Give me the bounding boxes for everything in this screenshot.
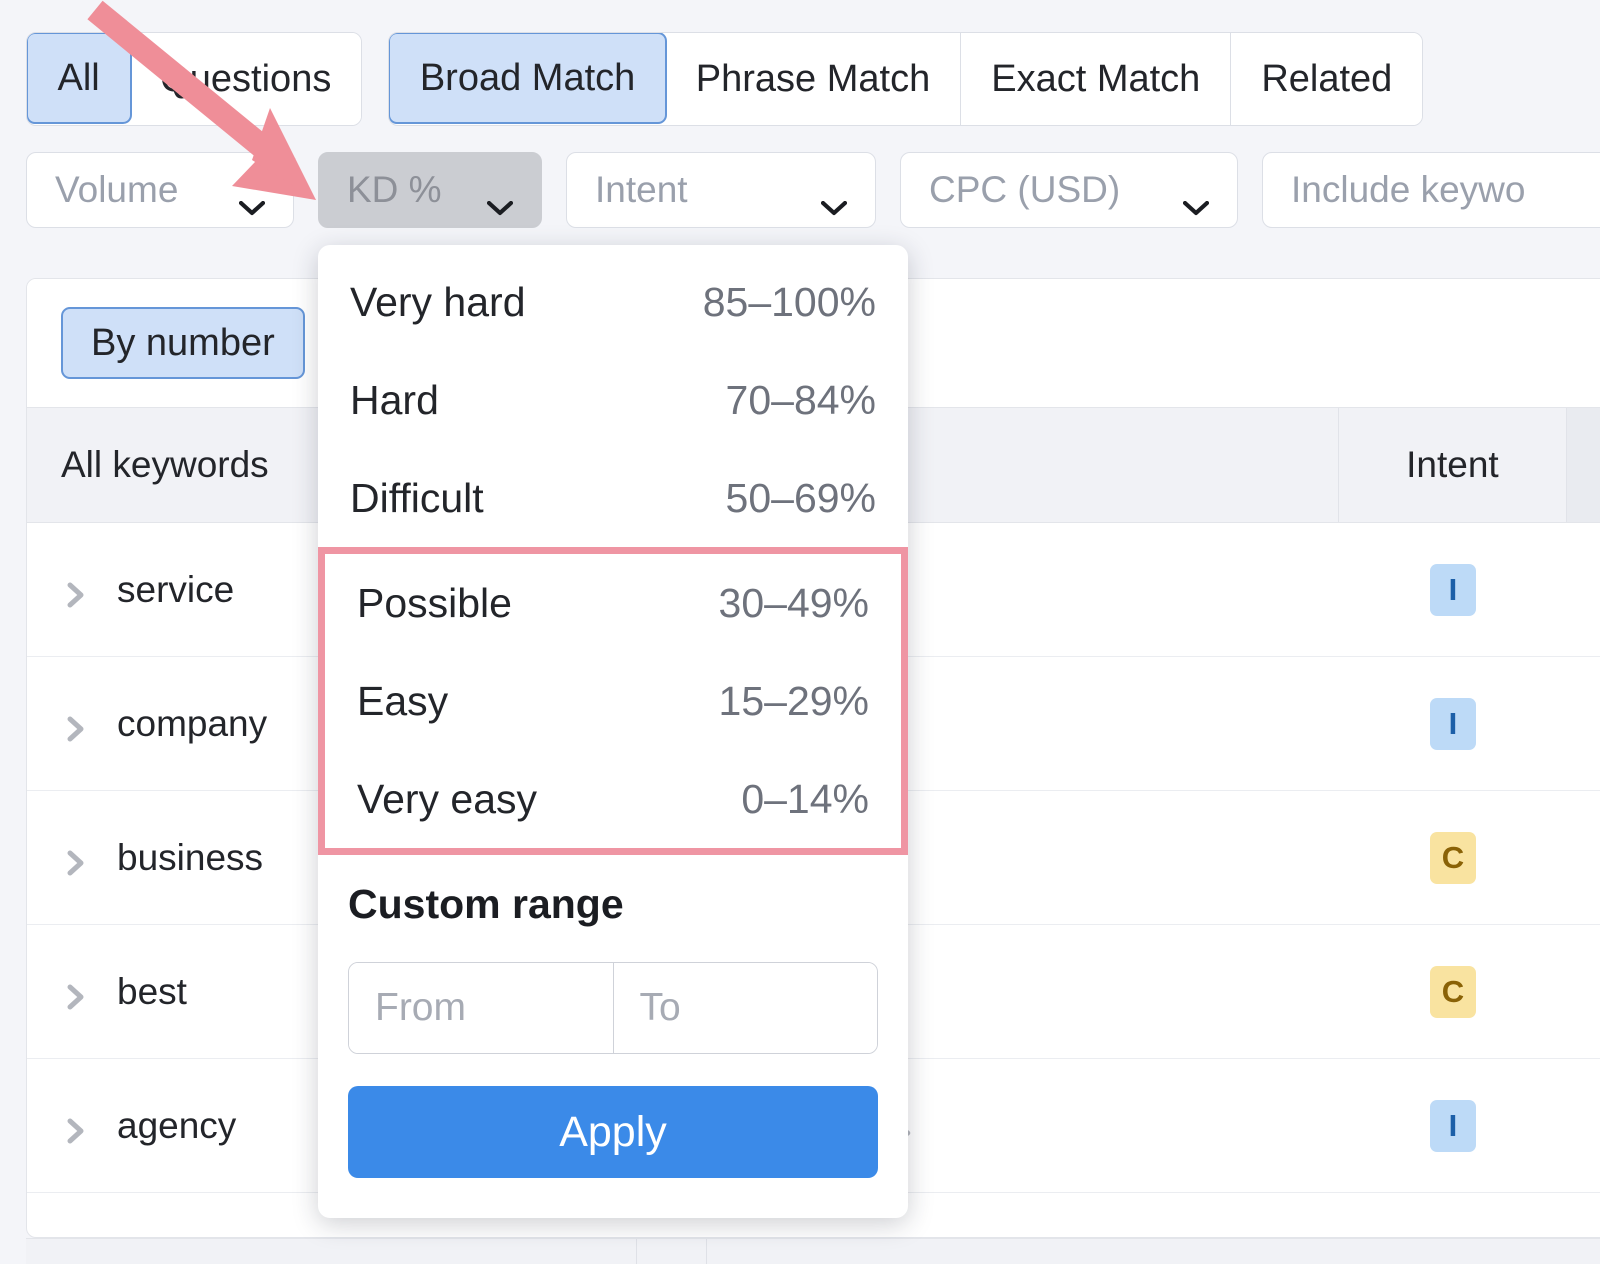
kd-option-possible[interactable]: Possible 30–49% xyxy=(325,554,901,652)
tab-all[interactable]: All xyxy=(27,33,132,124)
tab-questions-label: Questions xyxy=(160,58,332,100)
custom-range-inputs xyxy=(348,962,878,1054)
row-spacer xyxy=(1567,523,1600,656)
intent-cell: I xyxy=(1339,523,1567,656)
tab-questions[interactable]: Questions xyxy=(130,33,362,125)
group-cell[interactable]: company xyxy=(27,657,351,790)
range-from-input[interactable] xyxy=(349,963,613,1053)
status-badge[interactable]: I xyxy=(1429,1099,1476,1152)
custom-range-title: Custom range xyxy=(348,881,624,927)
by-number-toggle[interactable]: By number xyxy=(61,307,305,379)
tab-all-label: All xyxy=(57,56,100,99)
status-badge[interactable]: C xyxy=(1429,831,1476,884)
kd-options-highlight-box: Possible 30–49% Easy 15–29% Very easy 0–… xyxy=(318,547,908,855)
tab-exact-match[interactable]: Exact Match xyxy=(961,33,1232,125)
intent-cell: C xyxy=(1339,791,1567,924)
kd-option-label: Very easy xyxy=(357,775,538,822)
status-badge[interactable]: I xyxy=(1429,563,1476,616)
row-spacer xyxy=(1567,925,1600,1058)
chevron-right-icon[interactable] xyxy=(61,576,89,607)
row-spacer xyxy=(1567,657,1600,790)
kd-option-range: 70–84% xyxy=(725,376,876,423)
kd-option-label: Possible xyxy=(357,579,512,626)
column-header-intent[interactable]: Intent xyxy=(1339,408,1567,522)
kd-options-list: Very hard 85–100% Hard 70–84% Difficult … xyxy=(318,245,908,855)
filter-include-keywords-label: Include keywo xyxy=(1291,169,1526,210)
tab-broad-match-label: Broad Match xyxy=(419,56,636,99)
group-cell[interactable]: agency xyxy=(27,1059,351,1192)
by-number-label: By number xyxy=(91,321,275,364)
group-label: agency xyxy=(117,1104,237,1146)
filter-volume[interactable]: Volume xyxy=(26,152,294,228)
kd-option-label: Difficult xyxy=(350,474,484,521)
chevron-down-icon xyxy=(238,183,266,215)
match-type-tabgroup: Broad Match Phrase Match Exact Match Rel… xyxy=(388,32,1424,126)
filter-intent-label: Intent xyxy=(595,169,688,210)
filter-intent[interactable]: Intent xyxy=(566,152,876,228)
column-header-all-keywords[interactable]: All keywords xyxy=(27,408,351,522)
status-badge[interactable]: C xyxy=(1429,965,1476,1018)
kd-option-range: 85–100% xyxy=(702,278,876,325)
chevron-right-icon[interactable] xyxy=(61,710,89,741)
group-label: service xyxy=(117,568,235,610)
range-to-input[interactable] xyxy=(612,963,877,1053)
row-spacer xyxy=(1567,1059,1600,1192)
tab-exact-match-label: Exact Match xyxy=(991,58,1201,100)
scrollbar-divider xyxy=(706,1239,707,1264)
kd-option-easy[interactable]: Easy 15–29% xyxy=(325,652,901,750)
kd-option-very-hard[interactable]: Very hard 85–100% xyxy=(318,253,908,351)
kd-option-very-easy[interactable]: Very easy 0–14% xyxy=(325,750,901,848)
kd-option-label: Very hard xyxy=(350,278,526,325)
kd-option-label: Easy xyxy=(357,677,449,724)
tab-phrase-match[interactable]: Phrase Match xyxy=(665,33,962,125)
intent-cell: I xyxy=(1339,1059,1567,1192)
column-header-all-keywords-label: All keywords xyxy=(61,444,269,485)
custom-range-section: Custom range Apply xyxy=(318,855,908,1178)
horizontal-scrollbar[interactable] xyxy=(26,1238,1600,1264)
group-cell[interactable]: best xyxy=(27,925,351,1058)
match-type-tabbar: All Questions Broad Match Phrase Match E… xyxy=(26,32,1424,126)
kd-option-label: Hard xyxy=(350,376,439,423)
chevron-right-icon[interactable] xyxy=(61,1112,89,1143)
group-cell[interactable]: service xyxy=(27,523,351,656)
filter-kd-label: KD % xyxy=(347,169,442,210)
app-root: All Questions Broad Match Phrase Match E… xyxy=(0,0,1600,1264)
kd-option-range: 0–14% xyxy=(741,775,869,822)
group-label: business xyxy=(117,836,264,878)
intent-cell: C xyxy=(1339,925,1567,1058)
tab-related-label: Related xyxy=(1261,58,1393,100)
intent-cell: I xyxy=(1339,657,1567,790)
keyword-scope-tabgroup: All Questions xyxy=(26,32,363,126)
kd-option-range: 15–29% xyxy=(718,677,869,724)
row-spacer xyxy=(1567,791,1600,924)
scrollbar-divider xyxy=(636,1239,637,1264)
filter-bar: Volume KD % Intent CPC (USD) Include key xyxy=(26,152,1600,228)
filter-cpc[interactable]: CPC (USD) xyxy=(900,152,1238,228)
group-cell[interactable]: business xyxy=(27,791,351,924)
filter-volume-label: Volume xyxy=(55,169,179,210)
group-label: best xyxy=(117,970,187,1012)
tab-phrase-match-label: Phrase Match xyxy=(695,58,931,100)
kd-option-hard[interactable]: Hard 70–84% xyxy=(318,351,908,449)
column-header-intent-label: Intent xyxy=(1406,444,1499,485)
chevron-down-icon xyxy=(1182,183,1210,215)
kd-option-range: 50–69% xyxy=(725,474,876,521)
filter-cpc-label: CPC (USD) xyxy=(929,169,1121,210)
apply-button[interactable]: Apply xyxy=(348,1086,878,1178)
column-header-spacer xyxy=(1566,408,1600,522)
chevron-down-icon xyxy=(486,183,514,215)
chevron-down-icon xyxy=(820,183,848,215)
tab-broad-match[interactable]: Broad Match xyxy=(389,33,668,124)
chevron-right-icon[interactable] xyxy=(61,844,89,875)
status-badge[interactable]: I xyxy=(1429,697,1476,750)
group-label: company xyxy=(117,702,268,744)
chevron-right-icon[interactable] xyxy=(61,978,89,1009)
tab-related[interactable]: Related xyxy=(1231,33,1423,125)
filter-include-keywords[interactable]: Include keywo xyxy=(1262,152,1600,228)
filter-kd[interactable]: KD % xyxy=(318,152,542,228)
kd-option-difficult[interactable]: Difficult 50–69% xyxy=(318,449,908,547)
kd-filter-dropdown: Very hard 85–100% Hard 70–84% Difficult … xyxy=(318,245,908,1218)
kd-option-range: 30–49% xyxy=(718,579,869,626)
